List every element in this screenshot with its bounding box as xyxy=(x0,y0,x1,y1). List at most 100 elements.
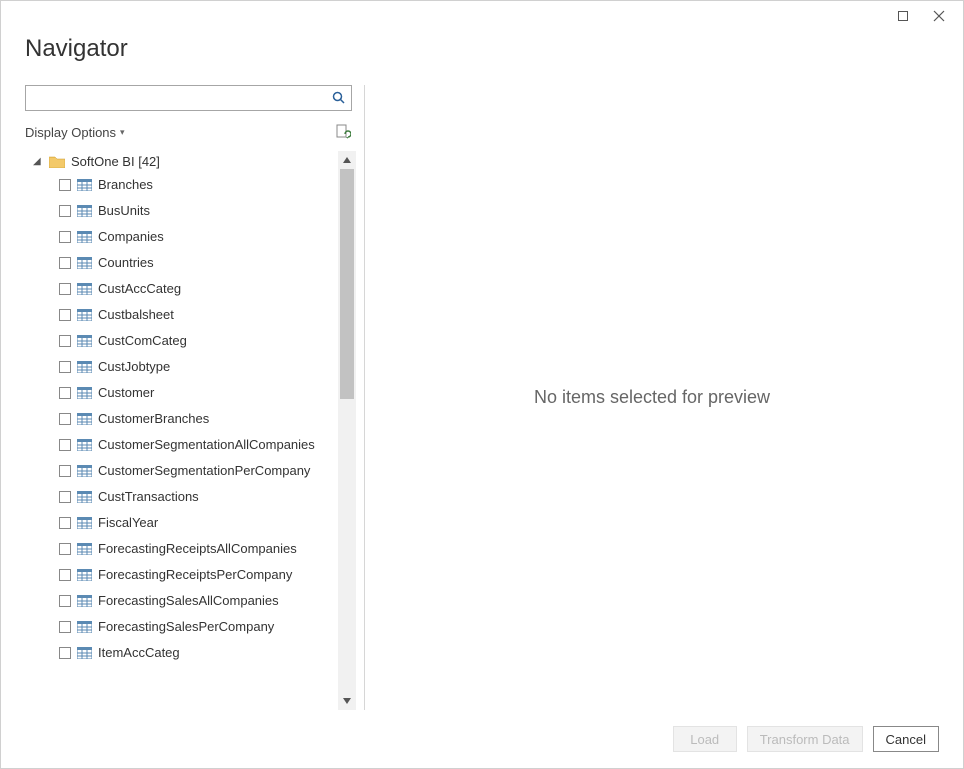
table-icon xyxy=(77,621,92,633)
table-icon xyxy=(77,543,92,555)
transform-data-button[interactable]: Transform Data xyxy=(747,726,863,752)
title-bar xyxy=(1,1,963,31)
table-icon xyxy=(77,413,92,425)
tree-item[interactable]: ForecastingReceiptsPerCompany xyxy=(27,562,338,588)
checkbox[interactable] xyxy=(59,335,71,347)
tree-item[interactable]: Customer xyxy=(27,380,338,406)
table-icon xyxy=(77,205,92,217)
tree-item-label: Countries xyxy=(98,254,154,272)
transform-data-button-label: Transform Data xyxy=(760,732,850,747)
checkbox[interactable] xyxy=(59,439,71,451)
chevron-up-icon xyxy=(343,157,351,163)
display-options-dropdown[interactable]: Display Options ▾ xyxy=(25,125,125,140)
checkbox[interactable] xyxy=(59,517,71,529)
tree-item[interactable]: Custbalsheet xyxy=(27,302,338,328)
tree-item-label: CustomerBranches xyxy=(98,410,209,428)
close-button[interactable] xyxy=(921,3,957,29)
refresh-icon xyxy=(335,124,351,140)
navigator-dialog: Navigator Display Options ▾ xyxy=(0,0,964,769)
tree-item[interactable]: ItemAccCateg xyxy=(27,640,338,666)
tree-item[interactable]: CustTransactions xyxy=(27,484,338,510)
chevron-down-icon: ▾ xyxy=(120,127,125,138)
checkbox[interactable] xyxy=(59,569,71,581)
tree-item[interactable]: ForecastingSalesPerCompany xyxy=(27,614,338,640)
checkbox[interactable] xyxy=(59,387,71,399)
table-icon xyxy=(77,491,92,503)
checkbox[interactable] xyxy=(59,283,71,295)
table-icon xyxy=(77,647,92,659)
table-icon xyxy=(77,595,92,607)
tree-item-label: FiscalYear xyxy=(98,514,158,532)
tree-item-label: Branches xyxy=(98,176,153,194)
checkbox[interactable] xyxy=(59,413,71,425)
tree-item-label: CustomerSegmentationAllCompanies xyxy=(98,436,315,454)
tree-item-label: CustAccCateg xyxy=(98,280,181,298)
tree-item[interactable]: Companies xyxy=(27,224,338,250)
close-icon xyxy=(933,10,945,22)
scroll-thumb[interactable] xyxy=(340,169,354,399)
scrollbar[interactable] xyxy=(338,151,356,710)
load-button[interactable]: Load xyxy=(673,726,737,752)
checkbox[interactable] xyxy=(59,231,71,243)
table-icon xyxy=(77,465,92,477)
tree-item[interactable]: CustComCateg xyxy=(27,328,338,354)
tree-item[interactable]: CustJobtype xyxy=(27,354,338,380)
tree-item[interactable]: Countries xyxy=(27,250,338,276)
checkbox[interactable] xyxy=(59,309,71,321)
cancel-button[interactable]: Cancel xyxy=(873,726,939,752)
table-icon xyxy=(77,335,92,347)
checkbox[interactable] xyxy=(59,491,71,503)
dialog-footer: Load Transform Data Cancel xyxy=(1,710,963,768)
table-icon xyxy=(77,283,92,295)
tree-item[interactable]: CustomerSegmentationPerCompany xyxy=(27,458,338,484)
table-icon xyxy=(77,309,92,321)
scroll-track[interactable] xyxy=(338,169,356,692)
maximize-button[interactable] xyxy=(885,3,921,29)
tree-item[interactable]: CustAccCateg xyxy=(27,276,338,302)
table-icon xyxy=(77,439,92,451)
tree-item[interactable]: ForecastingReceiptsAllCompanies xyxy=(27,536,338,562)
table-icon xyxy=(77,569,92,581)
tree-item-label: ForecastingSalesAllCompanies xyxy=(98,592,279,610)
scroll-up-button[interactable] xyxy=(338,151,356,169)
checkbox[interactable] xyxy=(59,179,71,191)
table-icon xyxy=(77,517,92,529)
dialog-body: Display Options ▾ ◢ xyxy=(1,69,963,710)
tree-item[interactable]: ForecastingSalesAllCompanies xyxy=(27,588,338,614)
search-icon[interactable] xyxy=(327,91,351,105)
tree-item-label: ForecastingReceiptsPerCompany xyxy=(98,566,292,584)
checkbox[interactable] xyxy=(59,205,71,217)
checkbox[interactable] xyxy=(59,465,71,477)
tree-item-label: CustomerSegmentationPerCompany xyxy=(98,462,310,480)
tree-item-label: CustTransactions xyxy=(98,488,199,506)
checkbox[interactable] xyxy=(59,257,71,269)
tree-view[interactable]: ◢ SoftOne BI [42] Branches BusUnits Comp… xyxy=(25,151,338,710)
checkbox[interactable] xyxy=(59,543,71,555)
tree-item-label: BusUnits xyxy=(98,202,150,220)
checkbox[interactable] xyxy=(59,361,71,373)
navigator-panel: Display Options ▾ ◢ xyxy=(25,85,365,710)
search-input[interactable] xyxy=(26,91,327,106)
tree-root-node[interactable]: ◢ SoftOne BI [42] xyxy=(27,151,338,172)
collapse-icon[interactable]: ◢ xyxy=(33,156,43,167)
tree-item[interactable]: CustomerSegmentationAllCompanies xyxy=(27,432,338,458)
checkbox[interactable] xyxy=(59,647,71,659)
tree-item[interactable]: BusUnits xyxy=(27,198,338,224)
chevron-down-icon xyxy=(343,698,351,704)
checkbox[interactable] xyxy=(59,621,71,633)
tree-root-label: SoftOne BI [42] xyxy=(71,154,160,169)
tree-container: ◢ SoftOne BI [42] Branches BusUnits Comp… xyxy=(25,151,364,710)
tree-item-label: ForecastingReceiptsAllCompanies xyxy=(98,540,297,558)
tree-item-label: Companies xyxy=(98,228,164,246)
dialog-title: Navigator xyxy=(25,35,939,63)
refresh-button[interactable] xyxy=(334,123,352,141)
checkbox[interactable] xyxy=(59,595,71,607)
tree-item[interactable]: CustomerBranches xyxy=(27,406,338,432)
table-icon xyxy=(77,387,92,399)
tree-item-label: Customer xyxy=(98,384,154,402)
tree-item[interactable]: Branches xyxy=(27,172,338,198)
tree-item[interactable]: FiscalYear xyxy=(27,510,338,536)
scroll-down-button[interactable] xyxy=(338,692,356,710)
tree-item-label: CustJobtype xyxy=(98,358,170,376)
search-box[interactable] xyxy=(25,85,352,111)
